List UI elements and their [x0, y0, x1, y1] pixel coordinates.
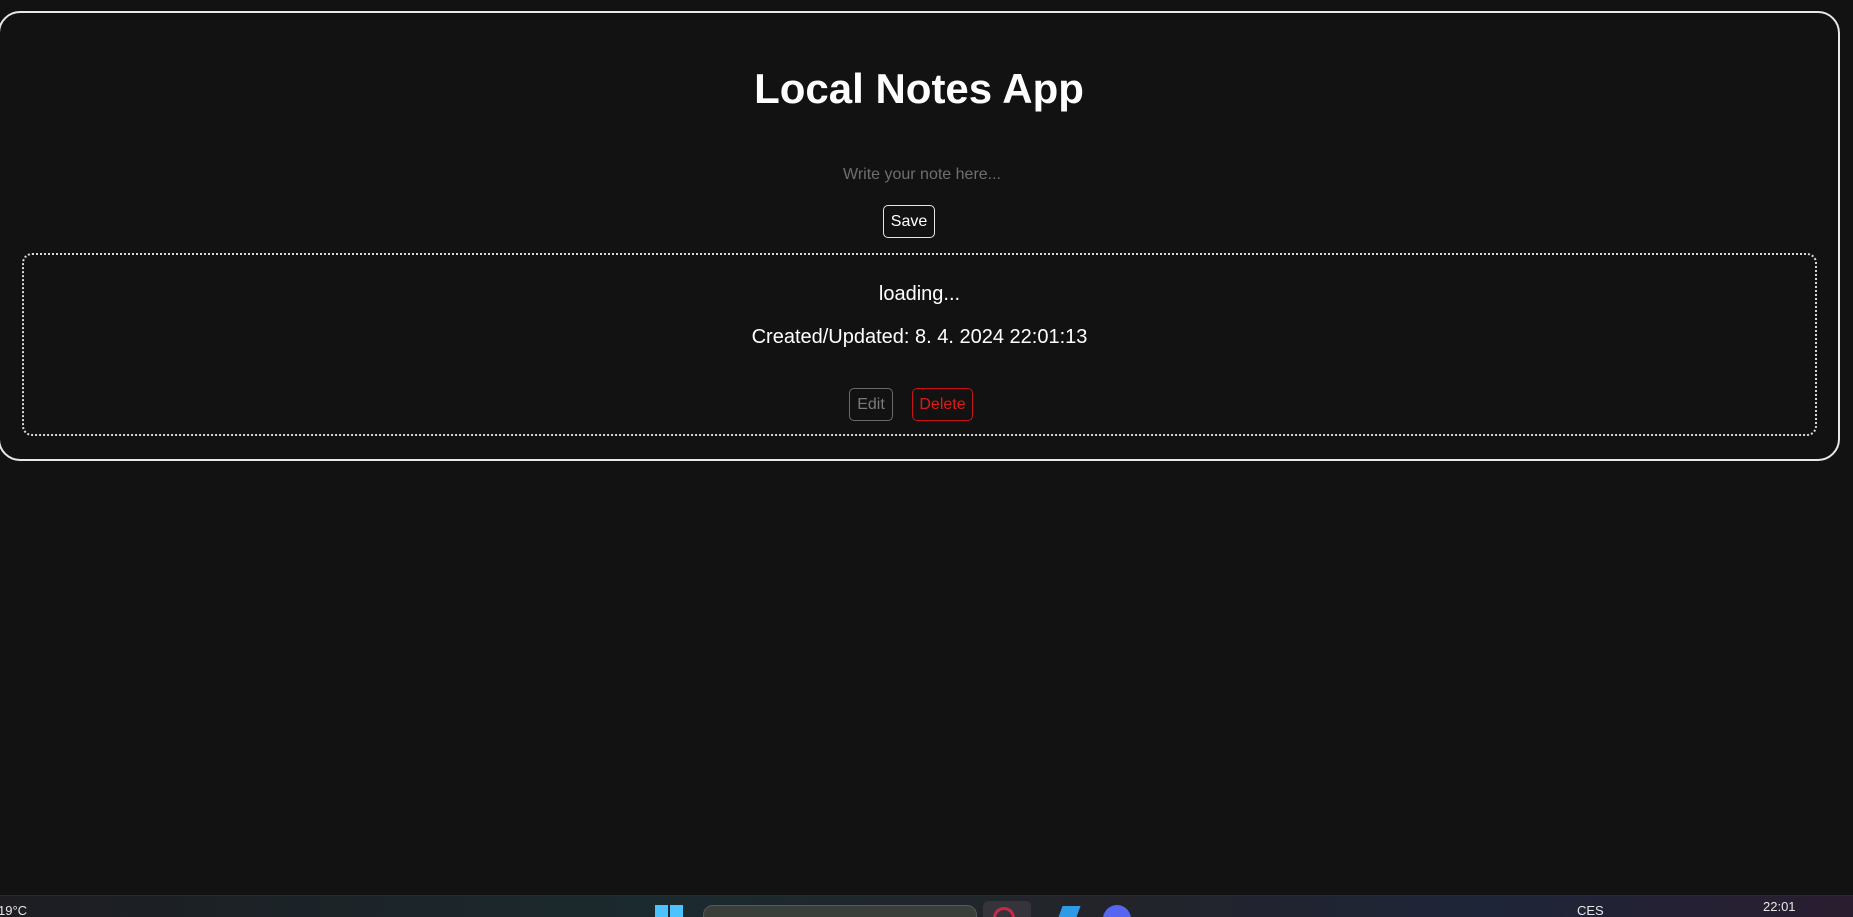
- note-text: loading...: [878, 283, 961, 305]
- weather-widget[interactable]: 19°C: [0, 904, 27, 917]
- edit-button[interactable]: Edit: [849, 388, 893, 421]
- note-timestamp: Created/Updated: 8. 4. 2024 22:01:13: [751, 326, 1088, 348]
- opera-icon[interactable]: [983, 901, 1031, 917]
- notes-app-container: Local Notes App Save loading... Created/…: [0, 11, 1840, 461]
- vscode-icon[interactable]: [1057, 906, 1081, 917]
- windows-start-icon[interactable]: [655, 905, 685, 917]
- taskbar-search-box[interactable]: [703, 905, 977, 917]
- discord-icon[interactable]: [1103, 905, 1131, 917]
- taskbar-clock[interactable]: 22:01: [1763, 900, 1796, 914]
- language-indicator[interactable]: CES: [1577, 904, 1604, 917]
- save-button[interactable]: Save: [883, 205, 935, 238]
- note-input[interactable]: [740, 159, 1104, 191]
- delete-button[interactable]: Delete: [912, 388, 973, 421]
- note-card: loading... Created/Updated: 8. 4. 2024 2…: [22, 253, 1817, 436]
- page-title: Local Notes App: [754, 65, 1084, 112]
- windows-taskbar: 19°C CES 22:01: [0, 895, 1853, 917]
